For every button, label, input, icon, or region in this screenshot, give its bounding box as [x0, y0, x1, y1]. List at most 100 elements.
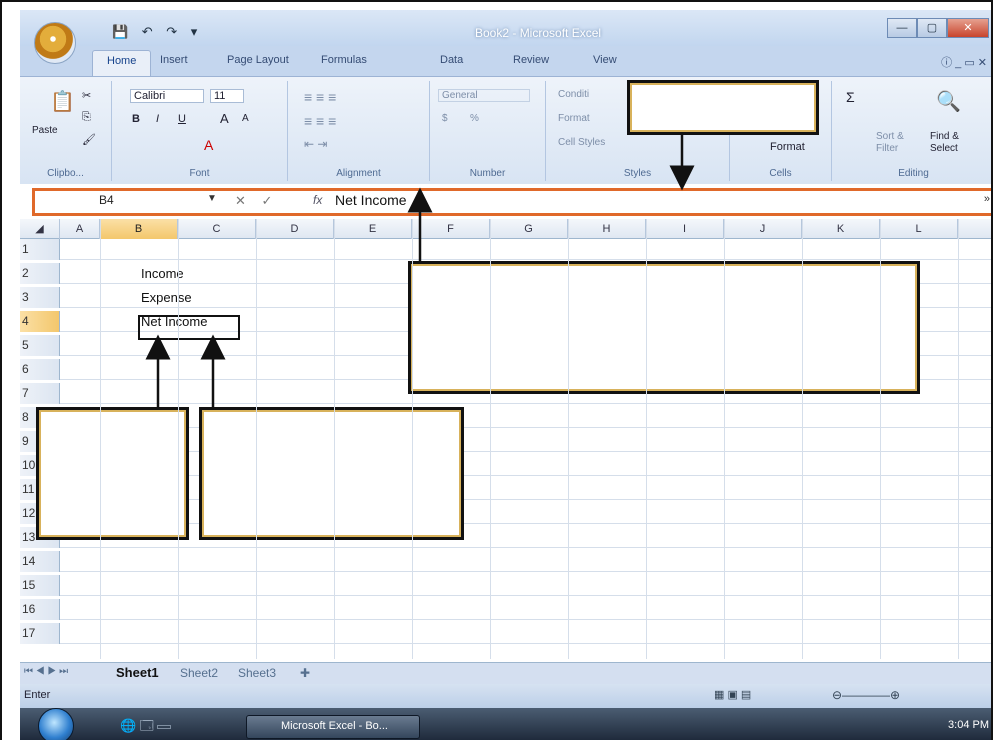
sort-filter-label: Filter	[876, 143, 899, 154]
sheet-tab-3[interactable]: Sheet3	[238, 666, 276, 680]
cancel-enter-buttons[interactable]: ✕ ✓	[235, 193, 278, 209]
percent-button[interactable]: %	[470, 113, 479, 124]
formula-bar: B4 ▼ ✕ ✓ fx Net Income »	[32, 188, 991, 216]
copy-icon[interactable]: ⎘	[82, 111, 91, 124]
start-button[interactable]	[38, 708, 74, 740]
gridline	[958, 219, 959, 659]
help-icon[interactable]: ⓘ _ ▭ ✕	[941, 54, 987, 70]
active-cell[interactable]	[138, 315, 240, 340]
cell-b3[interactable]: Expense	[141, 290, 192, 305]
row-header[interactable]: 2	[20, 263, 60, 284]
status-bar: Enter ▦ ▣ ▤ ⊖————⊕	[20, 684, 991, 708]
column-header-l[interactable]: L	[880, 219, 958, 239]
font-size-select[interactable]: 11	[210, 89, 244, 103]
row-header[interactable]: 5	[20, 335, 60, 356]
row-header[interactable]: 3	[20, 287, 60, 308]
find-select-button[interactable]: Find &	[930, 131, 959, 142]
cells-label: Cells	[769, 168, 792, 179]
sheet-nav-icon[interactable]: ⏮ ◀ ▶ ⏭	[24, 666, 68, 677]
gridline	[334, 219, 335, 659]
italic-button[interactable]: I	[156, 113, 159, 125]
name-box[interactable]: B4	[37, 193, 229, 211]
font-color-button[interactable]: A	[204, 137, 213, 153]
column-header-g[interactable]: G	[490, 219, 568, 239]
format-painter-icon[interactable]: 🖌	[82, 133, 96, 146]
shrink-font-button[interactable]: A	[242, 113, 249, 124]
column-header-j[interactable]: J	[724, 219, 802, 239]
column-header-c[interactable]: C	[178, 219, 256, 239]
chevron-down-icon[interactable]: ▼	[207, 193, 217, 204]
cell-styles-button[interactable]: Cell Styles	[558, 137, 605, 148]
row-header[interactable]: 1	[20, 239, 60, 260]
select-all-corner[interactable]: ◢	[20, 219, 60, 239]
gridline	[880, 219, 881, 659]
tab-page-layout[interactable]: Page Layout	[227, 54, 289, 66]
quick-launch-icons[interactable]: 🌐 🗔 ▭	[120, 717, 171, 739]
row-header[interactable]: 4	[20, 311, 60, 332]
align-left-icon[interactable]: ≡ ≡ ≡	[304, 113, 336, 129]
tab-home[interactable]: Home	[92, 50, 152, 76]
row-header[interactable]: 17	[20, 623, 60, 644]
callout-box	[199, 407, 464, 540]
clock: 3:04 PM	[948, 719, 989, 731]
row-header[interactable]: 6	[20, 359, 60, 380]
quick-access-toolbar[interactable]: 💾 ↶ ↷ ▾	[112, 24, 202, 40]
status-mode: Enter	[24, 689, 51, 701]
column-header-e[interactable]: E	[334, 219, 412, 239]
column-header-i[interactable]: I	[646, 219, 724, 239]
column-header-b[interactable]: B	[100, 219, 178, 239]
callout-box	[627, 80, 819, 135]
tab-view[interactable]: View	[593, 54, 617, 66]
sheet-tab-2[interactable]: Sheet2	[180, 666, 218, 680]
tab-data[interactable]: Data	[440, 54, 463, 66]
gridline	[646, 219, 647, 659]
paste-icon[interactable]: 📋	[50, 89, 75, 114]
row-header[interactable]: 7	[20, 383, 60, 404]
bold-button[interactable]: B	[132, 113, 140, 125]
alignment-group: ≡ ≡ ≡ ≡ ≡ ≡ ⇤ ⇥ Alignment	[288, 81, 430, 181]
indent-icon[interactable]: ⇤ ⇥	[304, 137, 327, 151]
format-as-table-button[interactable]: Format	[558, 113, 590, 124]
sort-filter-button[interactable]: Sort &	[876, 131, 904, 142]
cut-icon[interactable]: ✂	[82, 89, 91, 102]
new-sheet-icon[interactable]: ✚	[300, 666, 310, 680]
column-header-d[interactable]: D	[256, 219, 334, 239]
underline-button[interactable]: U	[178, 113, 186, 125]
screenshot-frame: 💾 ↶ ↷ ▾ Book2 - Microsoft Excel — ▢ ✕ Ho…	[0, 0, 993, 740]
insert-function-button[interactable]: fx	[313, 193, 322, 207]
sheet-tab-1[interactable]: Sheet1	[116, 665, 159, 680]
editing-group: Σ Sort & Filter 🔍 Find & Select Editing	[832, 81, 991, 181]
paste-button[interactable]: Paste	[32, 125, 58, 136]
conditional-formatting-button[interactable]: Conditi	[558, 89, 589, 100]
font-name-select[interactable]: Calibri	[130, 89, 204, 103]
close-button[interactable]: ✕	[947, 18, 989, 38]
format-cells-button[interactable]: Format	[770, 141, 805, 153]
row-header[interactable]: 15	[20, 575, 60, 596]
column-header-f[interactable]: F	[412, 219, 490, 239]
minimize-button[interactable]: —	[887, 18, 917, 38]
row-header[interactable]: 14	[20, 551, 60, 572]
binoculars-icon[interactable]: 🔍	[936, 89, 961, 114]
row-header[interactable]: 16	[20, 599, 60, 620]
column-header-a[interactable]: A	[60, 219, 100, 239]
number-group: General $ % Number	[430, 81, 546, 181]
formula-input[interactable]: Net Income	[335, 192, 407, 208]
column-header-k[interactable]: K	[802, 219, 880, 239]
taskbar-app-button[interactable]: Microsoft Excel - Bo...	[246, 715, 420, 739]
maximize-button[interactable]: ▢	[917, 18, 947, 38]
number-format-select[interactable]: General	[438, 89, 530, 102]
column-header-h[interactable]: H	[568, 219, 646, 239]
gridline	[490, 219, 491, 659]
tab-review[interactable]: Review	[513, 54, 549, 66]
tab-formulas[interactable]: Formulas	[321, 54, 367, 66]
align-top-icon[interactable]: ≡ ≡ ≡	[304, 89, 336, 105]
tab-insert[interactable]: Insert	[160, 54, 188, 66]
zoom-slider[interactable]: ⊖————⊕	[832, 688, 900, 702]
styles-label: Styles	[623, 168, 652, 179]
expand-formula-bar-icon[interactable]: »	[984, 193, 990, 205]
currency-button[interactable]: $	[442, 113, 448, 124]
view-buttons[interactable]: ▦ ▣ ▤	[714, 688, 751, 701]
autosum-button[interactable]: Σ	[846, 89, 855, 105]
office-button[interactable]	[34, 22, 76, 64]
grow-font-button[interactable]: A	[220, 111, 229, 126]
